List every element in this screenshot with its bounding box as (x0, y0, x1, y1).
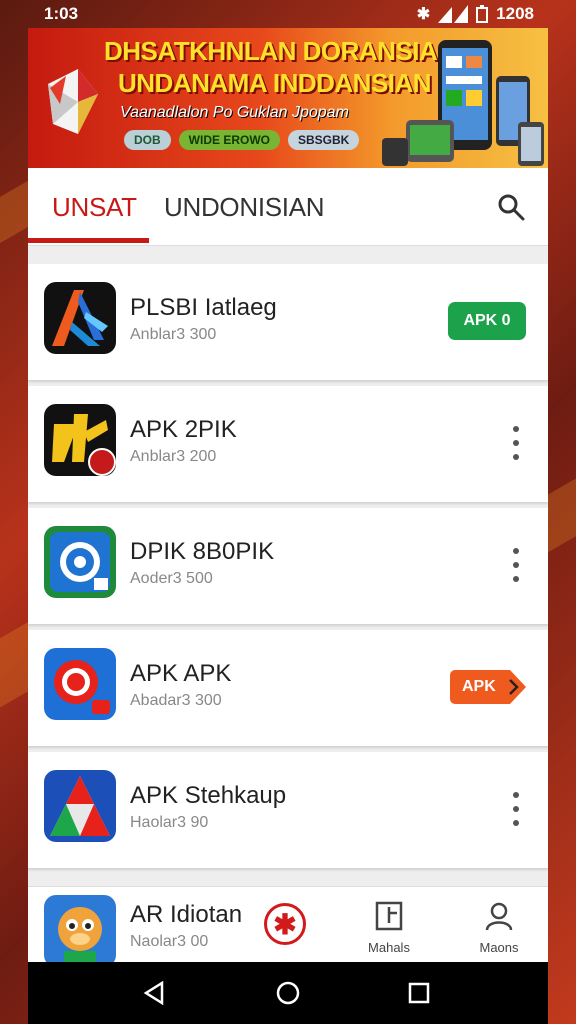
status-bar: 1:03 ✱ 1208 (0, 0, 576, 28)
bluetooth-icon: ✱ (416, 6, 431, 23)
apk-download-button[interactable]: APK 0 (448, 302, 526, 340)
banner-subtitle: Vaanadlalon Po Guklan Jpopam (120, 104, 349, 121)
promo-banner[interactable]: DHSATKHNLAN DORANSIA UNDANAMA INDDANSIAN… (28, 28, 548, 168)
app-meta: Aoder3 500 (130, 570, 213, 587)
tab-bar: UNSAT UNDONISIAN (28, 168, 548, 246)
list-item[interactable]: PLSBI Iatlaeg Anblar3 300 APK 0 (28, 264, 548, 380)
apk-tag-label: APK (450, 670, 504, 704)
app-name: APK Stehkaup (130, 782, 287, 809)
status-icons: ✱ 1208 (417, 4, 534, 24)
nav-item-maons[interactable]: Maons (464, 901, 534, 955)
arrow-right-icon (503, 670, 526, 704)
app-name: DPIK 8B0PIK (130, 538, 275, 565)
active-tab-indicator (28, 238, 149, 243)
nav-label: Mahals (368, 940, 410, 955)
apk-tag-button[interactable]: APK (450, 670, 528, 704)
red-ring-app-icon (44, 648, 116, 720)
tab-undonisian[interactable]: UNDONISIAN (164, 192, 325, 223)
banner-pills: DOB WIDE EROWO SBSGBK (124, 130, 360, 150)
app-screen: DHSATKHNLAN DORANSIA UNDANAMA INDDANSIAN… (28, 28, 548, 962)
status-time: 1:03 (44, 4, 79, 23)
bottom-navigation: AR Idiotan Naolar3 00 ✱ Mahals Maons (28, 886, 548, 962)
battery-text: 1208 (496, 4, 534, 23)
battery-icon (476, 5, 489, 23)
blue-arrow-app-icon (44, 282, 116, 354)
star-action-button[interactable]: ✱ (264, 903, 306, 945)
nav-app-meta: Naolar3 00 (130, 933, 209, 950)
nav-item-mahals[interactable]: Mahals (354, 901, 424, 955)
list-item[interactable]: APK APK Abadar3 300 APK (28, 630, 548, 746)
app-name: APK APK (130, 660, 232, 687)
app-meta: Anblar3 200 (130, 448, 217, 465)
home-icon[interactable] (275, 980, 301, 1006)
app-meta: Haolar3 90 (130, 814, 209, 831)
app-name: PLSBI Iatlaeg (130, 294, 277, 321)
app-meta: Anblar3 300 (130, 326, 217, 343)
recents-icon[interactable] (406, 980, 432, 1006)
banner-pill: SBSGBK (288, 130, 360, 150)
search-icon[interactable] (496, 192, 526, 222)
list-item[interactable]: APK Stehkaup Haolar3 90 (28, 752, 548, 868)
gear-app-icon (44, 526, 116, 598)
tab-unsat[interactable]: UNSAT (52, 192, 137, 223)
system-navigation-bar (28, 962, 548, 1024)
more-options-icon[interactable] (508, 792, 524, 826)
monkey-app-icon[interactable] (44, 895, 116, 962)
nav-label: Maons (479, 940, 519, 955)
banner-pill: WIDE EROWO (178, 130, 280, 150)
more-options-icon[interactable] (508, 548, 524, 582)
phones-illustration-icon (382, 40, 544, 166)
signal-icon (438, 5, 469, 23)
document-icon (375, 901, 403, 931)
back-icon[interactable] (142, 980, 168, 1006)
nav-app-name: AR Idiotan (130, 901, 243, 928)
yellow-star-app-icon (44, 404, 116, 476)
triangle-app-icon (44, 770, 116, 842)
profile-icon (485, 902, 513, 931)
list-item[interactable]: DPIK 8B0PIK Aoder3 500 (28, 508, 548, 624)
list-item[interactable]: APK 2PIK Anblar3 200 (28, 386, 548, 502)
more-options-icon[interactable] (508, 426, 524, 460)
banner-pill: DOB (124, 130, 171, 150)
origami-logo-icon (48, 69, 98, 134)
app-name: APK 2PIK (130, 416, 237, 443)
app-meta: Abadar3 300 (130, 692, 222, 709)
